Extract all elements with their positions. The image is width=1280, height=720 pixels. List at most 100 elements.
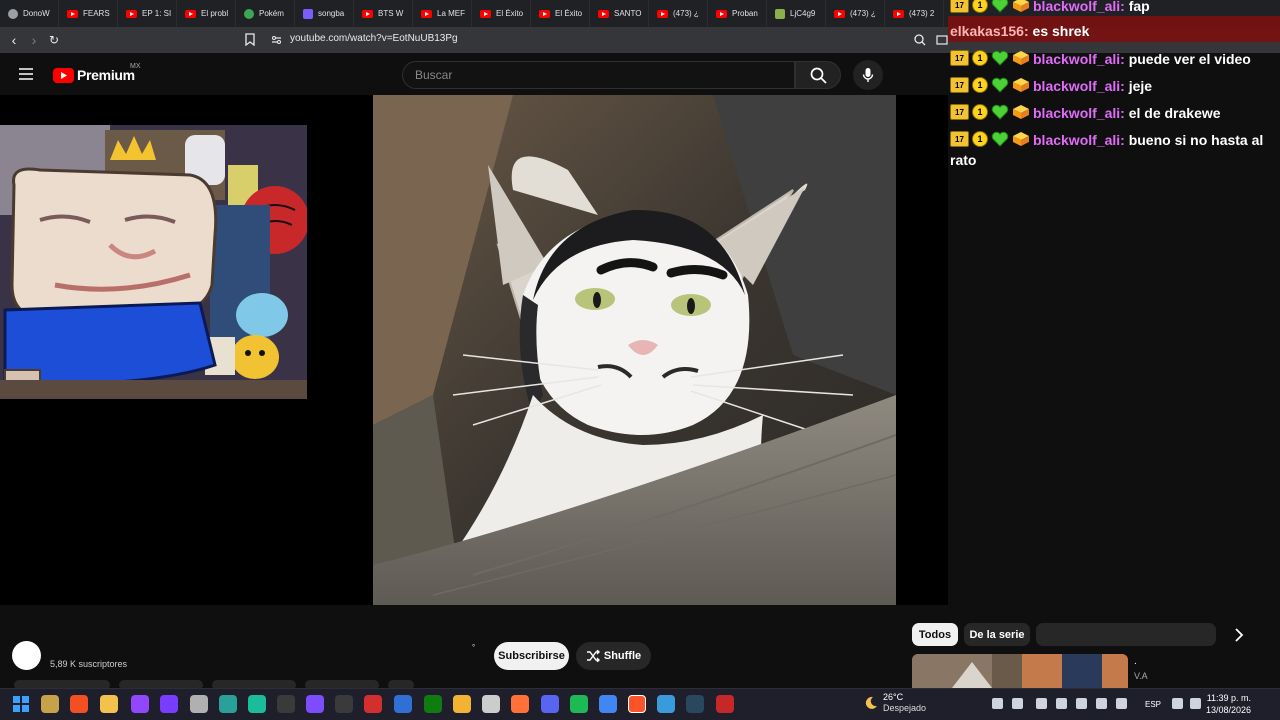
system-tray-icon[interactable]	[1012, 698, 1023, 709]
chip-placeholder[interactable]	[1036, 623, 1216, 646]
search-input[interactable]: Buscar	[402, 61, 795, 89]
app-icon[interactable]	[190, 695, 208, 713]
chrome-icon[interactable]	[599, 695, 617, 713]
app-icon[interactable]	[70, 695, 88, 713]
xbox-icon[interactable]	[424, 695, 442, 713]
system-tray-icon[interactable]	[1116, 698, 1127, 709]
channel-avatar[interactable]	[12, 641, 41, 670]
browser-tab[interactable]: (473) ¿	[826, 0, 885, 27]
app-icon[interactable]	[219, 695, 237, 713]
app-icon[interactable]	[160, 695, 178, 713]
reload-icon[interactable]: ↻	[44, 30, 64, 50]
chip-de-la-serie[interactable]: De la serie	[964, 623, 1030, 646]
browser-tab[interactable]: FEARS	[59, 0, 118, 27]
forward-icon[interactable]: ›	[24, 30, 44, 50]
bookmark-icon[interactable]	[245, 33, 255, 46]
chat-username[interactable]: elkakas156:	[950, 23, 1029, 39]
system-tray-icon[interactable]	[1172, 698, 1183, 709]
app-icon[interactable]	[335, 695, 353, 713]
app-icon[interactable]	[364, 695, 382, 713]
chat-username[interactable]: blackwolf_ali:	[1033, 132, 1125, 148]
browser-tab[interactable]: El Éxito	[472, 0, 531, 27]
steam-icon[interactable]	[686, 695, 704, 713]
browser-tab[interactable]: (473) ¿	[649, 0, 708, 27]
browser-tab[interactable]: El probl	[177, 0, 236, 27]
file-explorer-icon[interactable]	[100, 695, 118, 713]
browser-tab[interactable]: (473) 2	[885, 0, 944, 27]
browser-tab[interactable]: LjC4g9	[767, 0, 826, 27]
system-tray-icon[interactable]	[1036, 698, 1047, 709]
browser-tab[interactable]: La MEF	[413, 0, 472, 27]
browser-tab[interactable]: Proban	[708, 0, 767, 27]
search-icon	[810, 67, 827, 84]
url-field[interactable]: youtube.com/watch?v=EotNuUB13Pg	[290, 33, 458, 44]
tab-title: El Éxito	[555, 9, 583, 18]
chip-todos[interactable]: Todos	[912, 623, 958, 646]
weather-widget[interactable]: 26°C Despejado	[864, 692, 926, 714]
system-tray-icon[interactable]	[1056, 698, 1067, 709]
twitch-icon[interactable]	[131, 695, 149, 713]
search-button[interactable]	[795, 61, 841, 89]
search-placeholder: Buscar	[415, 68, 453, 82]
youtube-favicon-icon	[480, 9, 491, 18]
language-indicator[interactable]: ESP	[1145, 700, 1161, 709]
chat-message-text: bueno si no hasta al	[1128, 132, 1264, 148]
discord-icon[interactable]	[541, 695, 559, 713]
shuffle-button[interactable]: Shuffle	[576, 642, 651, 670]
app-icon[interactable]	[482, 695, 500, 713]
app-icon[interactable]	[277, 695, 295, 713]
app-icon[interactable]	[41, 695, 59, 713]
brave-icon[interactable]	[628, 695, 646, 713]
tier-badge: 1	[972, 104, 988, 120]
subscribe-button[interactable]: Subscribirse	[494, 642, 569, 670]
windows-start-icon[interactable]	[12, 695, 30, 713]
chat-message: elkakas156: es shrek	[950, 22, 1089, 41]
system-tray-icon[interactable]	[992, 698, 1003, 709]
subscribe-label: Subscribirse	[498, 650, 565, 662]
firefox-icon[interactable]	[511, 695, 529, 713]
tab-title: (473) ¿	[673, 9, 699, 18]
system-clock[interactable]: 11:39 p. m. 13/08/2026	[1206, 692, 1251, 716]
voice-search-button[interactable]	[853, 60, 883, 90]
moon-icon	[865, 696, 877, 709]
related-title[interactable]: .	[1134, 656, 1137, 667]
app-icon[interactable]	[306, 695, 324, 713]
system-tray-icon[interactable]	[1096, 698, 1107, 709]
green-heart-icon	[991, 104, 1009, 120]
folder-icon[interactable]	[453, 695, 471, 713]
tier-badge: 1	[972, 0, 988, 13]
browser-tab[interactable]: El Éxito	[531, 0, 590, 27]
youtube-header: Premium MX Buscar	[0, 53, 948, 95]
cast-icon[interactable]	[936, 35, 948, 45]
app-icon[interactable]	[248, 695, 266, 713]
chat-username[interactable]: blackwolf_ali:	[1033, 0, 1125, 14]
youtube-logo[interactable]: Premium	[53, 67, 135, 83]
subscriber-badge: 17	[950, 77, 969, 93]
related-thumbnail[interactable]	[912, 654, 1128, 688]
chat-username[interactable]: blackwolf_ali:	[1033, 105, 1125, 121]
spotify-icon[interactable]	[570, 695, 588, 713]
shuffle-icon	[586, 650, 600, 662]
browser-tab[interactable]: EP 1: SI	[118, 0, 177, 27]
tab-title: BTS W	[378, 9, 404, 18]
app-icon[interactable]	[716, 695, 734, 713]
browser-tab[interactable]: songba	[295, 0, 354, 27]
chat-username[interactable]: blackwolf_ali:	[1033, 78, 1125, 94]
chevron-right-icon[interactable]	[1234, 628, 1244, 642]
chat-message: 17 1 blackwolf_ali: el de drakewe	[950, 104, 1221, 123]
menu-icon[interactable]	[19, 68, 33, 80]
browser-tab[interactable]: DonoW	[0, 0, 59, 27]
browser-tab[interactable]: SANTO	[590, 0, 649, 27]
site-settings-icon[interactable]	[271, 35, 282, 45]
back-icon[interactable]: ‹	[4, 30, 24, 50]
photoshop-icon[interactable]	[394, 695, 412, 713]
browser-tab[interactable]: Pokém	[236, 0, 295, 27]
app-icon[interactable]	[657, 695, 675, 713]
browser-tab[interactable]: BTS W	[354, 0, 413, 27]
system-tray-icon[interactable]	[1190, 698, 1201, 709]
subscriber-badge: 17	[950, 0, 969, 13]
zoom-icon[interactable]	[914, 34, 926, 46]
gift-box-icon	[1013, 132, 1029, 146]
system-tray-icon[interactable]	[1076, 698, 1087, 709]
chat-username[interactable]: blackwolf_ali:	[1033, 51, 1125, 67]
